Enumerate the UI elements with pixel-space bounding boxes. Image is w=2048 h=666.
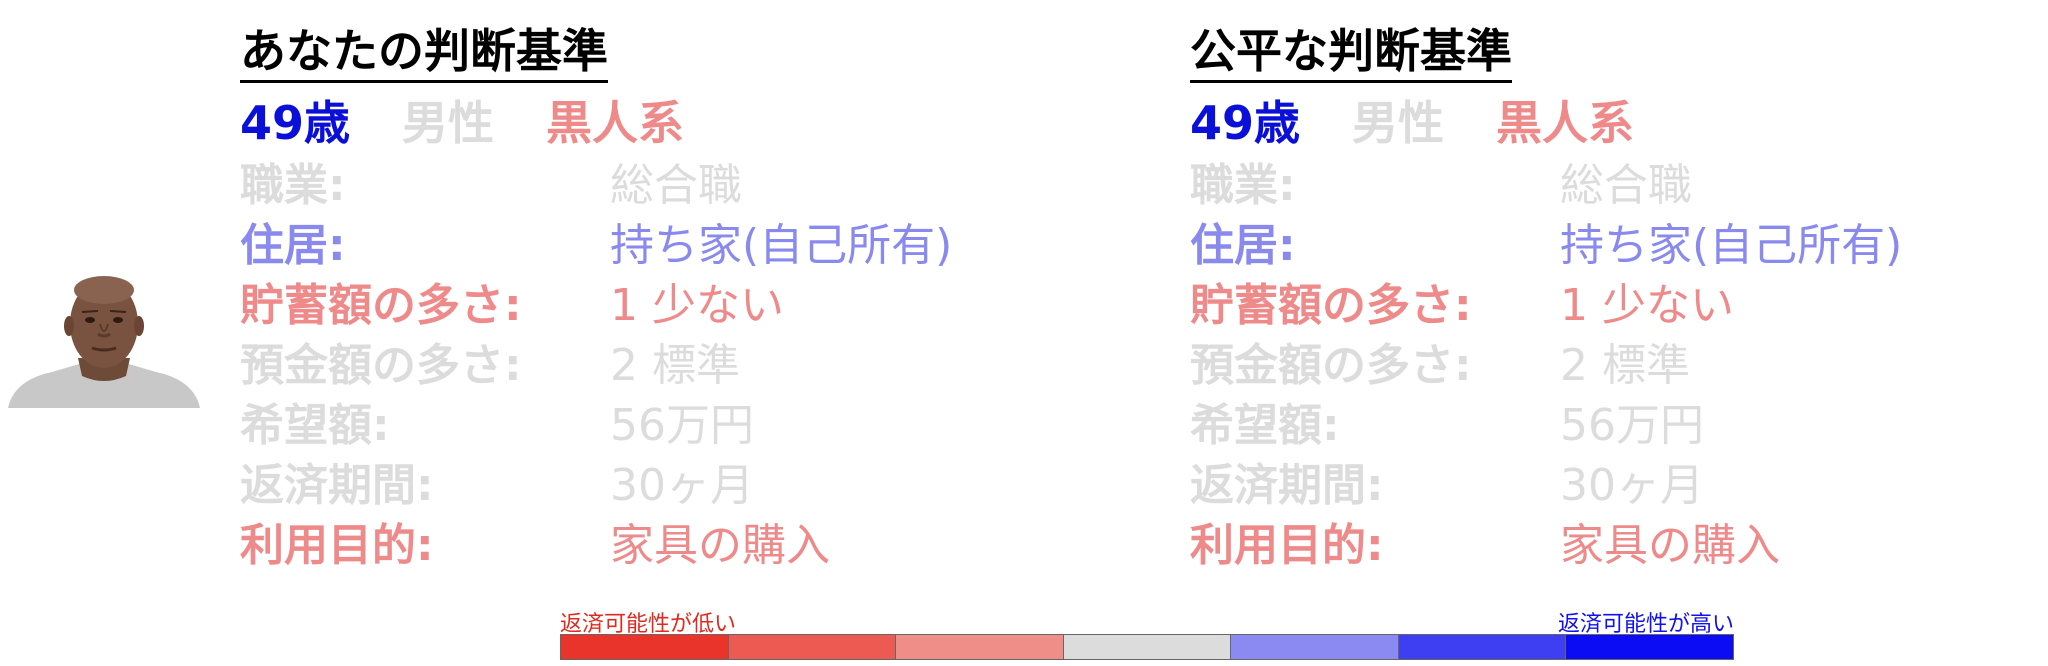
row-label: 住居: [1190, 220, 1296, 271]
legend-swatch [1566, 635, 1734, 659]
row-value: 持ち家(自己所有) [1560, 220, 1903, 271]
panel-your-criteria: あなたの判断基準 49歳 男性 黒人系 職業: 総合職 住居: 持ち家(自己所有… [240, 24, 1140, 571]
criteria-row-requested-amount: 希望額: 56万円 [240, 391, 1140, 451]
legend-labels: 返済可能性が低い 返済可能性が高い [560, 604, 1734, 637]
attribute-gender: 男性 [402, 96, 495, 150]
applicant-attributes: 49歳 男性 黒人系 [1190, 89, 2048, 151]
legend-swatch [1063, 635, 1232, 659]
criteria-row-housing: 住居: 持ち家(自己所有) [1190, 211, 2048, 271]
row-value: 総合職 [610, 160, 742, 211]
row-label: 住居: [240, 220, 346, 271]
row-value: 家具の購入 [1560, 520, 1780, 571]
legend-swatch [1398, 635, 1567, 659]
attribute-age: 49歳 [1190, 96, 1301, 150]
row-value: 2 標準 [1560, 340, 1690, 391]
row-value: 56万円 [610, 400, 754, 451]
criteria-row-repayment-period: 返済期間: 30ヶ月 [1190, 451, 2048, 511]
criteria-list: 職業: 総合職 住居: 持ち家(自己所有) 貯蓄額の多さ: 1 少ない 預金額の… [240, 151, 1140, 571]
row-label: 預金額の多さ: [240, 340, 522, 391]
row-value: 30ヶ月 [610, 460, 754, 511]
row-label: 預金額の多さ: [1190, 340, 1472, 391]
row-label: 職業: [240, 160, 346, 211]
legend-swatch [561, 635, 729, 659]
criteria-row-deposits: 預金額の多さ: 2 標準 [1190, 331, 2048, 391]
panel-title: あなたの判断基準 [240, 24, 608, 83]
row-label: 希望額: [240, 400, 390, 451]
criteria-row-repayment-period: 返済期間: 30ヶ月 [240, 451, 1140, 511]
row-label: 希望額: [1190, 400, 1340, 451]
criteria-list: 職業: 総合職 住居: 持ち家(自己所有) 貯蓄額の多さ: 1 少ない 預金額の… [1190, 151, 2048, 571]
attribute-age: 49歳 [240, 96, 351, 150]
row-label: 返済期間: [1190, 460, 1384, 511]
row-value: 家具の購入 [610, 520, 830, 571]
criteria-row-occupation: 職業: 総合職 [1190, 151, 2048, 211]
criteria-row-housing: 住居: 持ち家(自己所有) [240, 211, 1140, 271]
person-portrait-icon [8, 272, 200, 408]
row-value: 持ち家(自己所有) [610, 220, 953, 271]
panel-fair-criteria: 公平な判断基準 49歳 男性 黒人系 職業: 総合職 住居: 持ち家(自己所有)… [1190, 24, 2048, 571]
row-label: 利用目的: [1190, 520, 1384, 571]
attribute-ethnicity: 黒人系 [1496, 96, 1635, 150]
criteria-row-savings: 貯蓄額の多さ: 1 少ない [240, 271, 1140, 331]
attribute-gender: 男性 [1352, 96, 1445, 150]
repayment-likelihood-legend: 返済可能性が低い 返済可能性が高い [560, 604, 1734, 660]
explanation-screen: あなたの判断基準 49歳 男性 黒人系 職業: 総合職 住居: 持ち家(自己所有… [0, 0, 2048, 666]
criteria-row-purpose: 利用目的: 家具の購入 [240, 511, 1140, 571]
row-value: 56万円 [1560, 400, 1704, 451]
legend-swatch [728, 635, 897, 659]
row-label: 貯蓄額の多さ: [1190, 280, 1472, 331]
row-value: 30ヶ月 [1560, 460, 1704, 511]
row-value: 総合職 [1560, 160, 1692, 211]
row-value: 1 少ない [610, 280, 784, 331]
row-value: 2 標準 [610, 340, 740, 391]
attribute-ethnicity: 黒人系 [546, 96, 685, 150]
row-label: 返済期間: [240, 460, 434, 511]
panel-title: 公平な判断基準 [1190, 24, 1512, 83]
legend-high-label: 返済可能性が高い [1557, 612, 1734, 637]
row-label: 貯蓄額の多さ: [240, 280, 522, 331]
criteria-row-occupation: 職業: 総合職 [240, 151, 1140, 211]
row-value: 1 少ない [1560, 280, 1734, 331]
criteria-row-savings: 貯蓄額の多さ: 1 少ない [1190, 271, 2048, 331]
criteria-row-deposits: 預金額の多さ: 2 標準 [240, 331, 1140, 391]
criteria-row-requested-amount: 希望額: 56万円 [1190, 391, 2048, 451]
applicant-photo [8, 272, 200, 408]
row-label: 利用目的: [240, 520, 434, 571]
legend-low-label: 返済可能性が低い [560, 612, 737, 637]
criteria-row-purpose: 利用目的: 家具の購入 [1190, 511, 2048, 571]
legend-swatch [896, 635, 1064, 659]
row-label: 職業: [1190, 160, 1296, 211]
applicant-attributes: 49歳 男性 黒人系 [240, 89, 1140, 151]
legend-swatch [1231, 635, 1399, 659]
